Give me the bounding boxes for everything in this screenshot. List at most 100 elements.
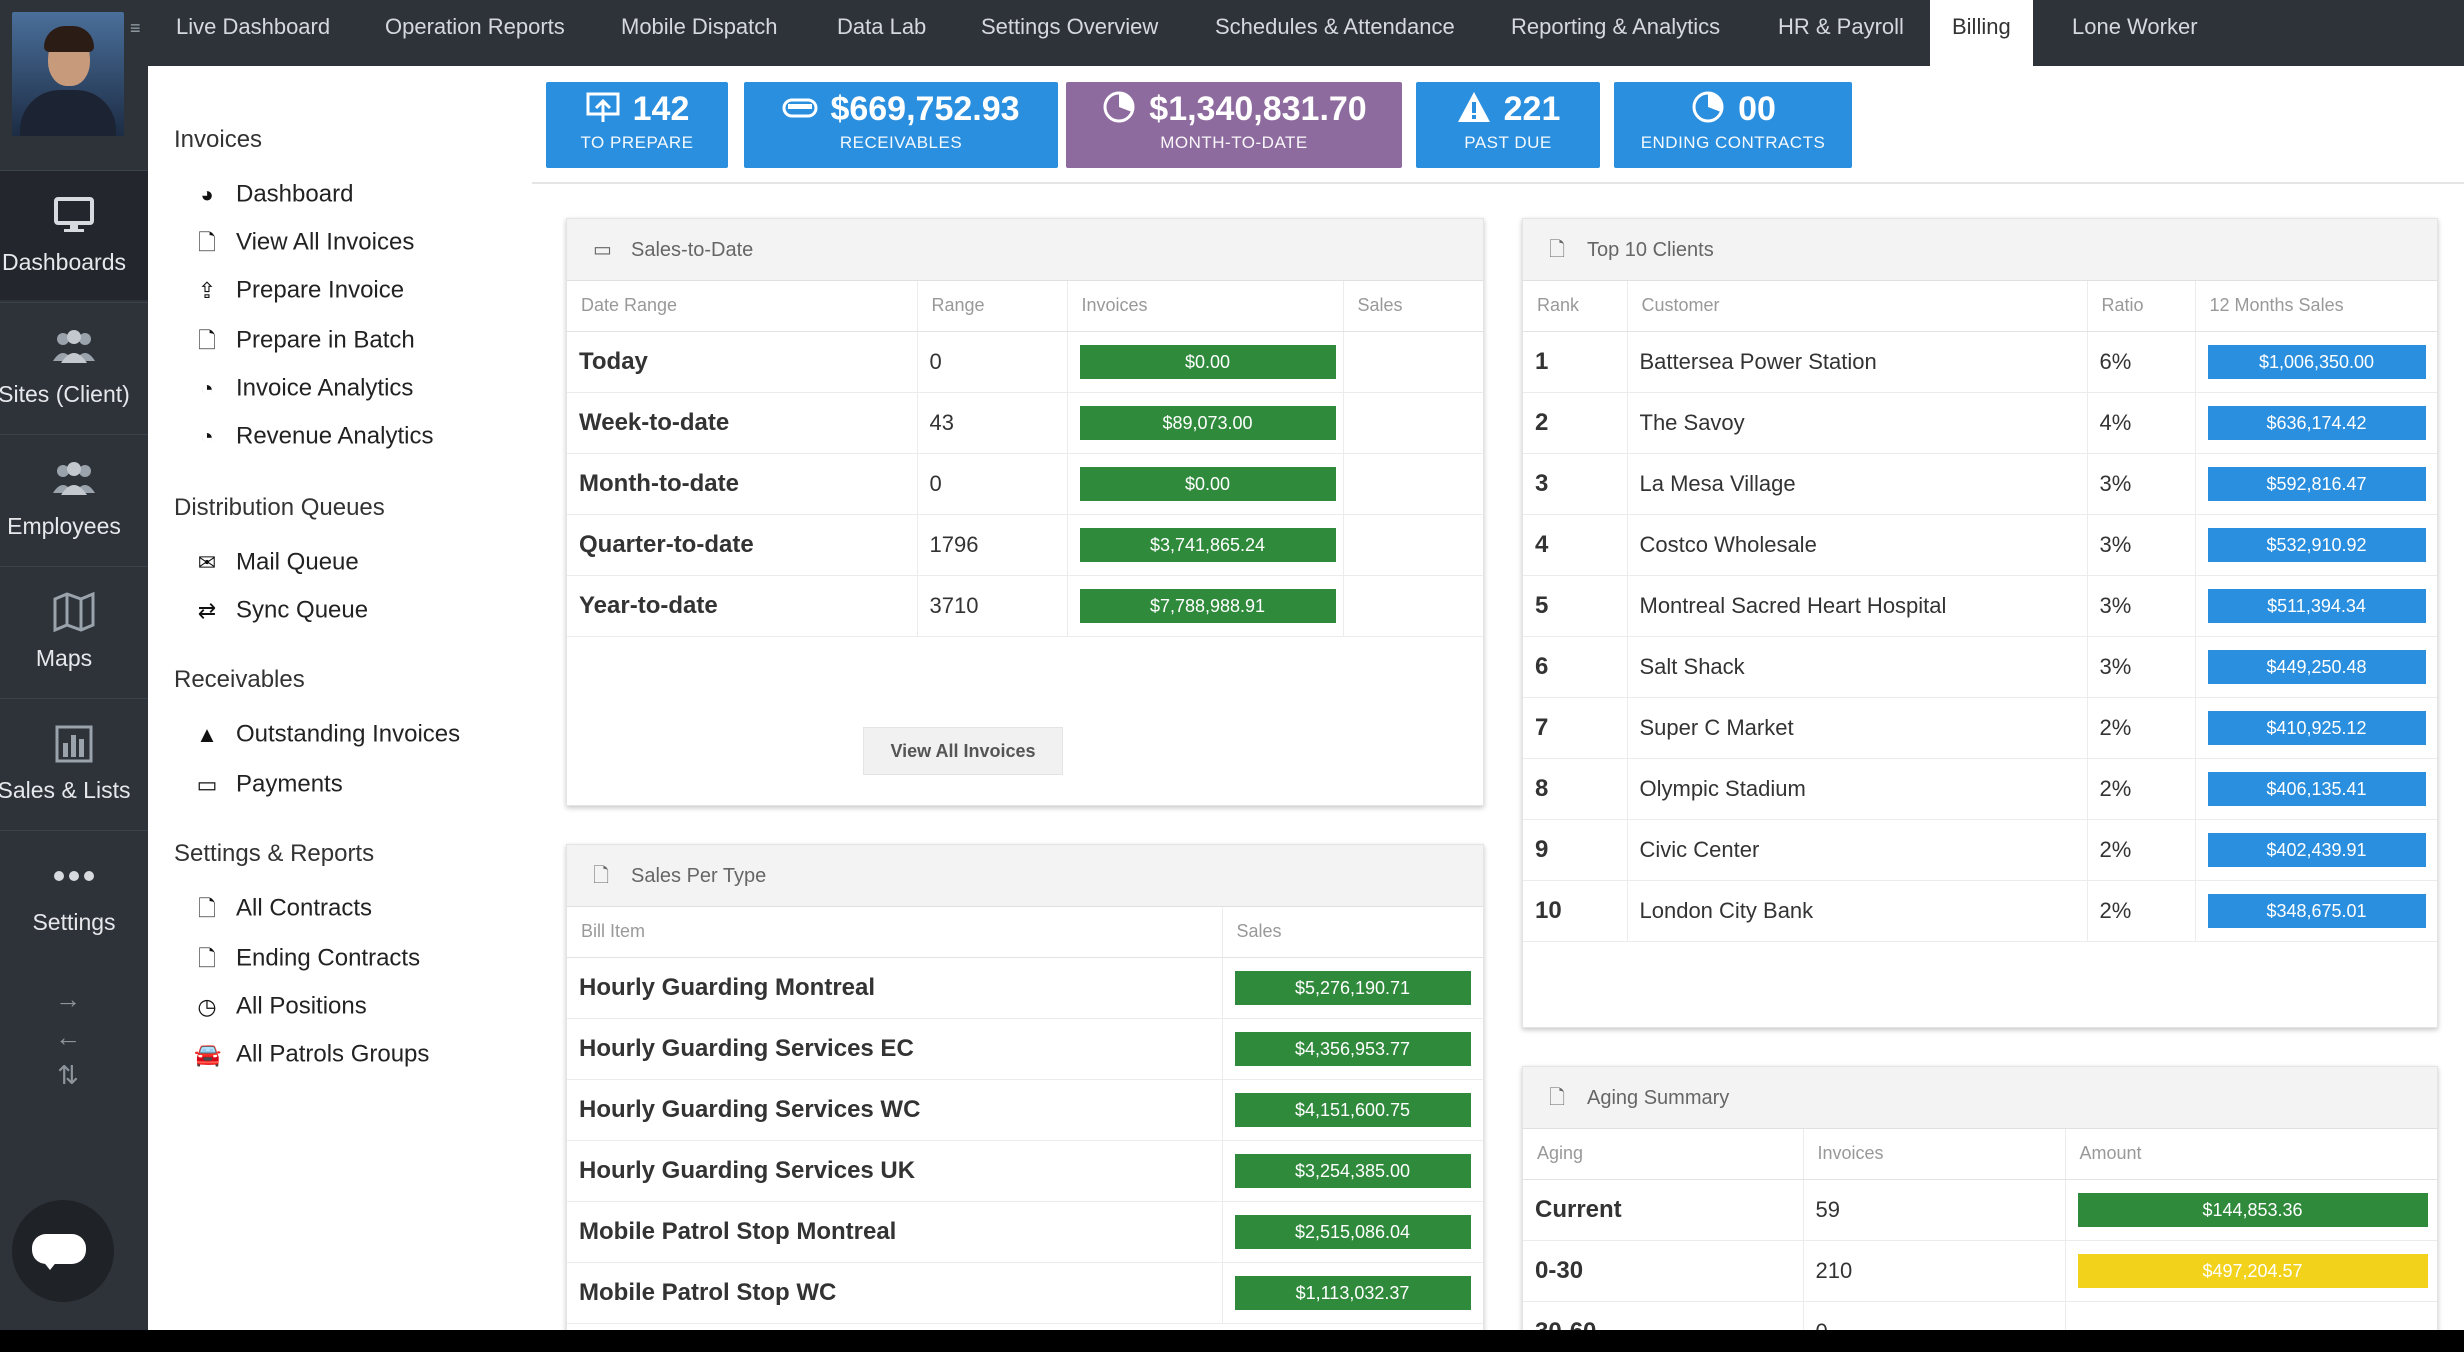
customer[interactable]: Civic Center xyxy=(1627,819,2088,881)
rail-item-dashboards[interactable]: Dashboards xyxy=(0,170,148,300)
sales-pill[interactable]: $532,910.92 xyxy=(2207,527,2426,562)
menu-item-prepare-in-batch[interactable]: 🗋 Prepare in Batch xyxy=(194,324,415,356)
amount-pill[interactable]: $497,204.57 xyxy=(2077,1253,2428,1288)
rail-item-maps[interactable]: Maps xyxy=(0,566,148,696)
tab-hr-payroll[interactable]: HR & Payroll xyxy=(1778,0,1904,66)
tab-settings-overview[interactable]: Settings Overview xyxy=(981,0,1158,66)
rail-arrows[interactable]: → ← ⇅ xyxy=(48,980,88,1094)
col-bill-item: Bill Item xyxy=(567,907,1223,958)
sync-icon: ⇄ xyxy=(197,597,217,623)
kpi-label: RECEIVABLES xyxy=(839,133,963,152)
sales-pill[interactable]: $1,113,032.37 xyxy=(1234,1275,1471,1310)
customer[interactable]: Salt Shack xyxy=(1627,636,2088,698)
rail-item-sites[interactable]: Sites (Client) xyxy=(0,302,148,432)
chat-button[interactable] xyxy=(12,1200,114,1302)
invoices-pill[interactable]: $0.00 xyxy=(1079,466,1336,501)
arrow-right-icon[interactable]: → xyxy=(48,980,88,1018)
ratio: 2% xyxy=(2087,880,2196,942)
table-row: 6 Salt Shack 3% $449,250.48 xyxy=(1523,636,2437,698)
envelope-icon: ✉ xyxy=(197,549,217,575)
row-name: Quarter-to-date xyxy=(567,514,918,576)
tab-lone-worker[interactable]: Lone Worker xyxy=(2072,0,2198,66)
tab-operation-reports[interactable]: Operation Reports xyxy=(385,0,565,66)
arrow-left-icon[interactable]: ← xyxy=(48,1018,88,1056)
menu-item-all-patrols-groups[interactable]: 🚘 All Patrols Groups xyxy=(194,1038,429,1070)
menu-item-view-all-invoices[interactable]: 🗋 View All Invoices xyxy=(194,226,414,258)
user-avatar[interactable] xyxy=(12,12,124,136)
customer[interactable]: Super C Market xyxy=(1627,697,2088,759)
group-icon xyxy=(53,462,95,495)
menu-item-mail-queue[interactable]: ✉ Mail Queue xyxy=(194,546,359,578)
menu-item-payments[interactable]: ▭ Payments xyxy=(194,768,343,800)
sales-pill[interactable]: $449,250.48 xyxy=(2207,649,2426,684)
menu-item-invoice-analytics[interactable]: ◔ Invoice Analytics xyxy=(194,372,413,404)
kpi-receivables[interactable]: $669,752.93 RECEIVABLES xyxy=(744,82,1058,168)
kpi-month-to-date[interactable]: $1,340,831.70 MONTH-TO-DATE xyxy=(1066,82,1402,168)
invoices-pill[interactable]: $3,741,865.24 xyxy=(1079,527,1336,562)
sales-pill[interactable]: $5,276,190.71 xyxy=(1234,970,1471,1005)
tab-data-lab[interactable]: Data Lab xyxy=(837,0,926,66)
customer[interactable]: Costco Wholesale xyxy=(1627,514,2088,576)
invoices-pill[interactable]: $7,788,988.91 xyxy=(1079,588,1336,623)
invoices-pill[interactable]: $89,073.00 xyxy=(1079,405,1336,440)
panel-title: Top 10 Clients xyxy=(1587,239,1714,261)
menu-item-ending-contracts[interactable]: 🗋 Ending Contracts xyxy=(194,942,420,974)
sales-pill[interactable]: $4,356,953.77 xyxy=(1234,1031,1471,1066)
customer[interactable]: London City Bank xyxy=(1627,880,2088,942)
customer[interactable]: Montreal Sacred Heart Hospital xyxy=(1627,575,2088,637)
ratio: 6% xyxy=(2087,331,2196,393)
rail-item-settings[interactable]: Settings xyxy=(0,830,148,960)
amount-pill[interactable]: $144,853.36 xyxy=(2077,1192,2428,1227)
menu-item-revenue-analytics[interactable]: ◔ Revenue Analytics xyxy=(194,420,433,452)
kpi-value: 142 xyxy=(632,90,690,128)
kpi-to-prepare[interactable]: 142 TO PREPARE xyxy=(546,82,728,168)
tab-reporting-analytics[interactable]: Reporting & Analytics xyxy=(1511,0,1720,66)
sales-pill[interactable]: $511,394.34 xyxy=(2207,588,2426,623)
kpi-label: ENDING CONTRACTS xyxy=(1640,133,1826,152)
customer[interactable]: The Savoy xyxy=(1627,392,2088,454)
menu-item-prepare-invoice[interactable]: ⇪ Prepare Invoice xyxy=(194,274,404,306)
sales-pill[interactable]: $636,174.42 xyxy=(2207,405,2426,440)
row-range: 1796 xyxy=(917,514,1068,576)
tab-mobile-dispatch[interactable]: Mobile Dispatch xyxy=(621,0,778,66)
col-12-months-sales: 12 Months Sales xyxy=(2195,281,2437,332)
ratio: 2% xyxy=(2087,819,2196,881)
customer[interactable]: Olympic Stadium xyxy=(1627,758,2088,820)
customer[interactable]: Battersea Power Station xyxy=(1627,331,2088,393)
menu-item-all-positions[interactable]: ◷ All Positions xyxy=(194,990,366,1022)
customer[interactable]: La Mesa Village xyxy=(1627,453,2088,515)
rail-item-employees[interactable]: Employees xyxy=(0,434,148,564)
sales-pill[interactable]: $406,135.41 xyxy=(2207,771,2426,806)
rank: 1 xyxy=(1523,331,1628,393)
col-aging: Aging xyxy=(1523,1129,1804,1180)
sales-pill[interactable]: $2,515,086.04 xyxy=(1234,1214,1471,1249)
invoices-pill[interactable]: $0.00 xyxy=(1079,344,1336,379)
kpi-ending-contracts[interactable]: 00 ENDING CONTRACTS xyxy=(1614,82,1852,168)
chat-bubble-tail xyxy=(42,1260,58,1270)
sales-pill[interactable]: $3,254,385.00 xyxy=(1234,1153,1471,1188)
menu-item-dashboard[interactable]: ◕ Dashboard xyxy=(194,178,353,210)
arrow-updown-icon[interactable]: ⇅ xyxy=(48,1056,88,1094)
kpi-past-due[interactable]: 221 PAST DUE xyxy=(1416,82,1600,168)
kpi-label: TO PREPARE xyxy=(580,133,694,152)
sales-pill[interactable]: $4,151,600.75 xyxy=(1234,1092,1471,1127)
ratio: 2% xyxy=(2087,697,2196,759)
sales-pill[interactable]: $348,675.01 xyxy=(2207,893,2426,928)
sales-pill[interactable]: $1,006,350.00 xyxy=(2207,344,2426,379)
menu-item-sync-queue[interactable]: ⇄ Sync Queue xyxy=(194,594,368,626)
menu-toggle-icon[interactable]: ≡ xyxy=(130,18,146,39)
table-row: 30-60 0 xyxy=(1523,1301,2437,1330)
rail-item-sales-lists[interactable]: Sales & Lists xyxy=(0,698,148,828)
sales-pill[interactable]: $402,439.91 xyxy=(2207,832,2426,867)
tab-live-dashboard[interactable]: Live Dashboard xyxy=(176,0,330,66)
money-icon: ▭ xyxy=(196,771,218,797)
avatar-hair xyxy=(44,26,94,52)
rank: 6 xyxy=(1523,636,1628,698)
sales-pill[interactable]: $410,925.12 xyxy=(2207,710,2426,745)
menu-item-all-contracts[interactable]: 🗋 All Contracts xyxy=(194,892,372,924)
sales-pill[interactable]: $592,816.47 xyxy=(2207,466,2426,501)
tab-schedules-attendance[interactable]: Schedules & Attendance xyxy=(1215,0,1455,66)
tab-billing[interactable]: Billing xyxy=(1930,0,2033,66)
menu-item-outstanding-invoices[interactable]: ▲ Outstanding Invoices xyxy=(194,718,460,750)
view-all-invoices-button[interactable]: View All Invoices xyxy=(863,727,1063,775)
